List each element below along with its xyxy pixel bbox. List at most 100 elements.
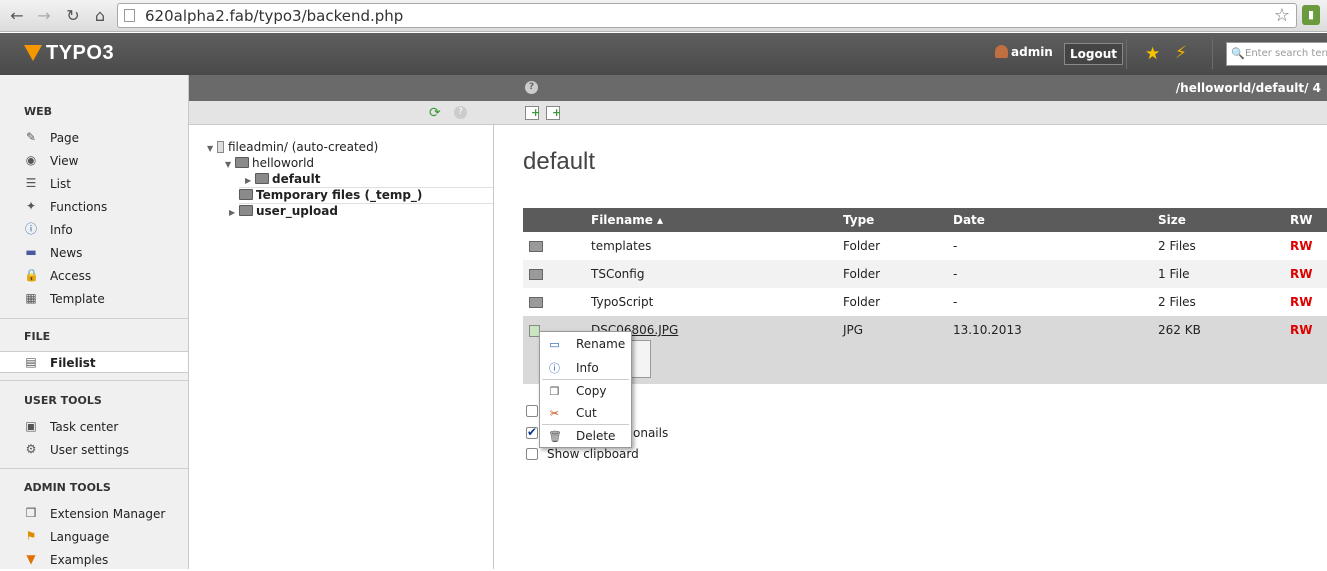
- cell-rw: RW: [1290, 295, 1313, 309]
- module-filelist[interactable]: ▤ Filelist: [0, 351, 188, 373]
- page-icon: [124, 9, 135, 22]
- table-row[interactable]: templates Folder - 2 Files RW: [523, 232, 1327, 260]
- copy-icon: ❐: [549, 385, 560, 398]
- tree-node-fileadmin[interactable]: ▼ fileadmin/ (auto-created): [207, 140, 378, 156]
- module-task-center[interactable]: ▣ Task center: [0, 416, 188, 438]
- typo3-logo[interactable]: TYPO3: [24, 42, 114, 65]
- collapse-arrow-icon[interactable]: ▼: [225, 160, 235, 169]
- logo-text: TYPO3: [46, 42, 115, 64]
- content-toolbar: [494, 101, 1327, 125]
- username: admin: [1011, 45, 1053, 59]
- cell-filename[interactable]: TSConfig: [591, 267, 644, 281]
- eye-icon: ◉: [25, 153, 37, 167]
- back-icon[interactable]: ←: [6, 5, 28, 27]
- module-extension-manager[interactable]: ❒ Extension Manager: [0, 503, 188, 525]
- header-filename[interactable]: Filename ▴: [591, 208, 663, 232]
- list-icon: ☰: [25, 176, 37, 190]
- tree-node-default[interactable]: ▶ default: [245, 172, 485, 188]
- header-size[interactable]: Size: [1158, 208, 1186, 232]
- tree-node-user-upload[interactable]: ▶ user_upload: [229, 204, 338, 220]
- search-placeholder: Enter search term: [1245, 48, 1327, 59]
- ctx-rename[interactable]: ▭ Rename: [540, 333, 631, 356]
- ctx-cut[interactable]: ✂ Cut: [540, 402, 631, 425]
- wand-icon: ✦: [25, 199, 37, 213]
- module-user-settings[interactable]: ⚙ User settings: [0, 439, 188, 461]
- module-view[interactable]: ◉ View: [0, 150, 188, 172]
- reload-icon[interactable]: ↻: [62, 5, 84, 27]
- language-icon: ⚑: [25, 529, 37, 543]
- cell-type: JPG: [843, 323, 864, 337]
- module-language[interactable]: ⚑ Language: [0, 526, 188, 548]
- logout-button[interactable]: Logout: [1064, 43, 1124, 65]
- module-label: Functions: [50, 200, 108, 214]
- module-examples[interactable]: ▼ Examples: [0, 549, 188, 571]
- folder-icon: [239, 205, 253, 216]
- expand-arrow-icon[interactable]: ▶: [229, 208, 239, 217]
- module-label: Access: [50, 269, 92, 283]
- cell-date: -: [953, 295, 958, 309]
- group-separator: [0, 380, 188, 381]
- clear-cache-bolt-icon[interactable]: ⚡: [1175, 43, 1187, 63]
- extension-icon[interactable]: ▮: [1302, 5, 1320, 25]
- browser-toolbar: ← → ↻ ⌂ 620alpha2.fab/typo3/backend.php …: [0, 0, 1327, 32]
- module-template[interactable]: ▦ Template: [0, 288, 188, 310]
- cell-date: 13.10.2013: [953, 323, 1022, 337]
- group-separator: [0, 318, 188, 319]
- bookmark-star-icon[interactable]: ☆: [1274, 5, 1290, 26]
- table-row[interactable]: TypoScript Folder - 2 Files RW: [523, 288, 1327, 316]
- cell-rw: RW: [1290, 239, 1313, 253]
- tree-node-temp[interactable]: Temporary files (_temp_): [239, 188, 422, 204]
- ctx-label: Delete: [576, 429, 616, 443]
- cell-rw: RW: [1290, 323, 1313, 337]
- cell-date: -: [953, 267, 958, 281]
- address-bar[interactable]: 620alpha2.fab/typo3/backend.php ☆: [117, 3, 1297, 28]
- url-text[interactable]: 620alpha2.fab/typo3/backend.php: [145, 7, 403, 25]
- option-checkbox-clipboard[interactable]: [526, 448, 538, 460]
- folder-icon: [529, 241, 543, 252]
- bookmarks-star-icon[interactable]: ★: [1145, 44, 1160, 64]
- expand-arrow-icon[interactable]: ▶: [245, 176, 255, 185]
- examples-icon: ▼: [26, 552, 36, 566]
- header-type[interactable]: Type: [843, 208, 874, 232]
- module-list[interactable]: ☰ List: [0, 173, 188, 195]
- ctx-label: Copy: [576, 384, 607, 398]
- cell-size: 262 KB: [1158, 323, 1201, 337]
- group-title-user-tools: USER TOOLS: [24, 394, 102, 407]
- help-icon[interactable]: ?: [454, 106, 467, 119]
- separator: [1126, 39, 1127, 69]
- scissors-icon: ✂: [549, 407, 560, 420]
- module-label: List: [50, 177, 71, 191]
- table-row-selected[interactable]: DSC06806.JPG JPG 13.10.2013 262 KB RW: [523, 316, 1327, 384]
- option-checkbox-thumbnails[interactable]: [526, 425, 538, 439]
- module-access[interactable]: 🔒 Access: [0, 265, 188, 287]
- ctx-delete[interactable]: 🗑 Delete: [540, 425, 631, 448]
- module-info[interactable]: ⓘ Info: [0, 219, 188, 241]
- user-menu[interactable]: admin: [995, 45, 1053, 59]
- cell-filename[interactable]: templates: [591, 239, 651, 253]
- header-date[interactable]: Date: [953, 208, 985, 232]
- collapse-arrow-icon[interactable]: ▼: [207, 144, 217, 153]
- forward-icon[interactable]: →: [33, 5, 55, 27]
- cell-date: -: [953, 239, 958, 253]
- upload-file-icon[interactable]: [525, 106, 540, 120]
- help-icon[interactable]: ?: [525, 81, 538, 94]
- cell-filename[interactable]: TypoScript: [591, 295, 653, 309]
- ctx-info[interactable]: ⓘ Info: [540, 357, 631, 380]
- new-folder-icon[interactable]: [546, 106, 561, 120]
- ctx-copy[interactable]: ❐ Copy: [540, 380, 631, 403]
- home-icon[interactable]: ⌂: [89, 5, 111, 27]
- option-checkbox-1[interactable]: [526, 405, 538, 417]
- folder-icon: [235, 157, 249, 168]
- module-label: Examples: [50, 553, 109, 567]
- module-page[interactable]: ✎ Page: [0, 127, 188, 149]
- module-news[interactable]: ▬ News: [0, 242, 188, 264]
- page-title: default: [523, 148, 596, 175]
- refresh-icon[interactable]: ⟳: [429, 105, 441, 121]
- search-input[interactable]: 🔍 Enter search term: [1226, 42, 1327, 66]
- header-rw[interactable]: RW: [1290, 208, 1312, 232]
- lock-icon: 🔒: [24, 268, 39, 282]
- module-functions[interactable]: ✦ Functions: [0, 196, 188, 218]
- option-label-clipboard: Show clipboard: [547, 447, 639, 461]
- table-row[interactable]: TSConfig Folder - 1 File RW: [523, 260, 1327, 288]
- tree-node-helloworld[interactable]: ▼ helloworld: [225, 156, 314, 172]
